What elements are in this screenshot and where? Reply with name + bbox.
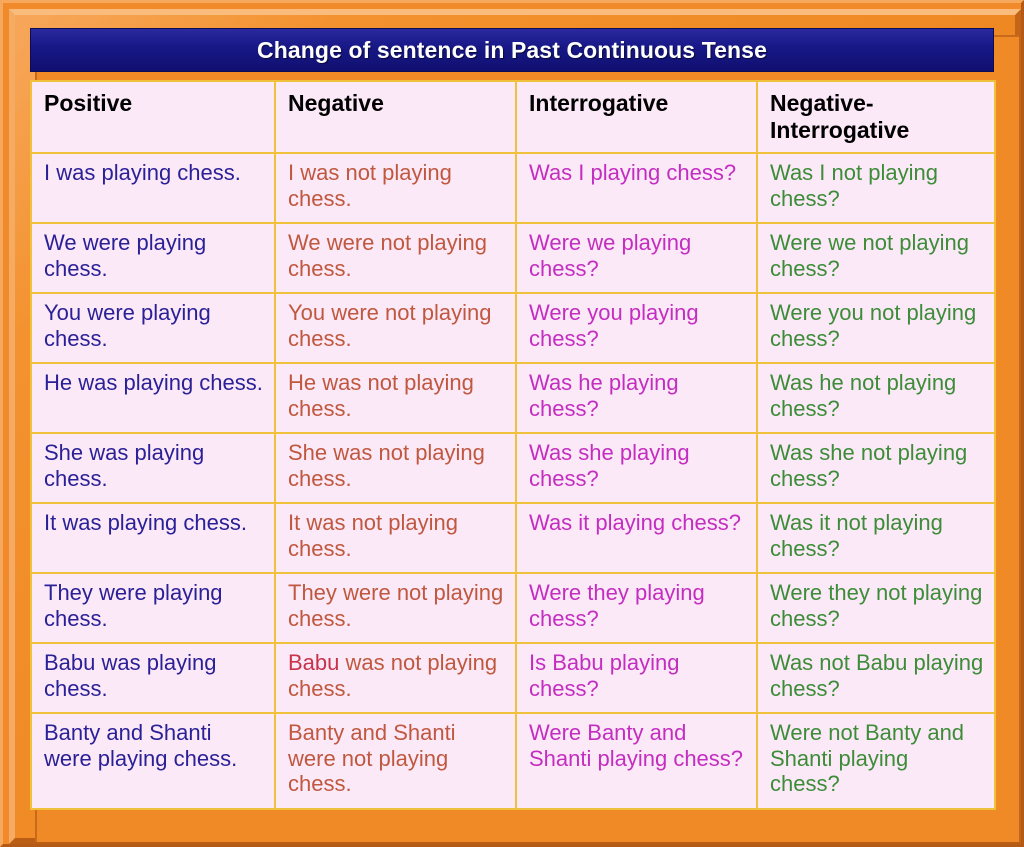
cell-interrogative: Were Banty and Shanti playing chess? <box>515 712 758 811</box>
cell-text: Were they playing chess? <box>529 580 705 631</box>
cell-text: We were playing chess. <box>44 230 207 281</box>
column-header-negative-interrogative-line2: Interrogative <box>770 117 910 144</box>
cell-positive: You were playing chess. <box>30 292 276 365</box>
cell-text: Babu was not playing chess. <box>288 650 498 701</box>
cell-text: Were Banty and Shanti playing chess? <box>529 720 744 771</box>
cell-positive: She was playing chess. <box>30 432 276 505</box>
cell-text: They were not playing chess. <box>288 580 504 631</box>
cell-text: It was playing chess. <box>44 510 247 536</box>
cell-text: Were you playing chess? <box>529 300 699 351</box>
cell-text: Banty and Shanti were playing chess. <box>44 720 238 771</box>
cell-positive: We were playing chess. <box>30 222 276 295</box>
tense-table: Positive Negative Interrogative Negative… <box>30 79 996 811</box>
cell-positive: He was playing chess. <box>30 362 276 435</box>
cell-text: It was not playing chess. <box>288 510 458 561</box>
table-row: She was playing chess. She was not playin… <box>30 432 996 505</box>
table-row: I was playing chess. I was not playing ch… <box>30 152 996 225</box>
cell-text: Was I playing chess? <box>529 160 737 186</box>
table-row: You were playing chess. You were not play… <box>30 292 996 365</box>
table-row: Banty and Shanti were playing chess. Bant… <box>30 712 996 811</box>
cell-negative: I was not playing chess. <box>274 152 517 225</box>
cell-text: Were we playing chess? <box>529 230 692 281</box>
cell-negative-interrogative: Was it not playing chess? <box>756 502 996 575</box>
cell-negative: Babu was not playing chess. <box>274 642 517 715</box>
cell-positive: They were playing chess. <box>30 572 276 645</box>
cell-text: She was not playing chess. <box>288 440 485 491</box>
chart-content: Change of sentence in Past Continuous Te… <box>28 28 996 818</box>
column-header-positive: Positive <box>30 79 276 155</box>
cell-text: Was he not playing chess? <box>770 370 957 421</box>
column-header-negative: Negative <box>274 79 517 155</box>
cell-text: Was he playing chess? <box>529 370 679 421</box>
cell-negative-interrogative: Were you not playing chess? <box>756 292 996 365</box>
table-row: He was playing chess. He was not playing … <box>30 362 996 435</box>
cell-negative-interrogative: Was she not playing chess? <box>756 432 996 505</box>
cell-interrogative: Were they playing chess? <box>515 572 758 645</box>
cell-text: Was she playing chess? <box>529 440 690 491</box>
cell-interrogative: Were we playing chess? <box>515 222 758 295</box>
page-title: Change of sentence in Past Continuous Te… <box>257 36 767 63</box>
table-row: They were playing chess. They were not pl… <box>30 572 996 645</box>
table-row: Babu was playing chess. Babu was not play… <box>30 642 996 715</box>
cell-text: Babu was playing chess. <box>44 650 217 701</box>
cell-interrogative: Was I playing chess? <box>515 152 758 225</box>
table-row: We were playing chess. We were not playin… <box>30 222 996 295</box>
cell-text: He was not playing chess. <box>288 370 474 421</box>
column-header-negative-interrogative: Negative- Interrogative <box>756 79 996 155</box>
cell-text: Was it playing chess? <box>529 510 741 536</box>
cell-negative-interrogative: Were they not playing chess? <box>756 572 996 645</box>
cell-text: They were playing chess. <box>44 580 223 631</box>
cell-text: Were they not playing chess? <box>770 580 983 631</box>
cell-text: Banty and Shanti were not playing chess. <box>288 720 456 797</box>
cell-text: Was she not playing chess? <box>770 440 968 491</box>
cell-positive: It was playing chess. <box>30 502 276 575</box>
table-body: I was playing chess. I was not playing ch… <box>30 152 996 811</box>
cell-interrogative: Is Babu playing chess? <box>515 642 758 715</box>
cell-negative-interrogative: Were we not playing chess? <box>756 222 996 295</box>
table-header-row: Positive Negative Interrogative Negative… <box>30 79 996 155</box>
cell-interrogative: Was he playing chess? <box>515 362 758 435</box>
cell-text: We were not playing chess. <box>288 230 487 281</box>
cell-negative: Banty and Shanti were not playing chess. <box>274 712 517 811</box>
accent-proper-noun: Babu <box>288 650 340 676</box>
cell-negative-interrogative: Was he not playing chess? <box>756 362 996 435</box>
cell-interrogative: Was she playing chess? <box>515 432 758 505</box>
cell-negative-interrogative: Was not Babu playing chess? <box>756 642 996 715</box>
cell-negative: We were not playing chess. <box>274 222 517 295</box>
cell-negative: He was not playing chess. <box>274 362 517 435</box>
cell-interrogative: Were you playing chess? <box>515 292 758 365</box>
cell-negative: You were not playing chess. <box>274 292 517 365</box>
cell-negative: She was not playing chess. <box>274 432 517 505</box>
cell-interrogative: Was it playing chess? <box>515 502 758 575</box>
cell-positive: Babu was playing chess. <box>30 642 276 715</box>
cell-text: Were we not playing chess? <box>770 230 969 281</box>
cell-text: Were not Banty and Shanti playing chess? <box>770 720 965 797</box>
cell-text: I was playing chess. <box>44 160 241 186</box>
column-header-interrogative: Interrogative <box>515 79 758 155</box>
cell-negative-interrogative: Were not Banty and Shanti playing chess? <box>756 712 996 811</box>
cell-negative-interrogative: Was I not playing chess? <box>756 152 996 225</box>
column-header-negative-interrogative-line1: Negative- <box>770 90 874 116</box>
cell-text: You were not playing chess. <box>288 300 492 351</box>
cell-text: Was I not playing chess? <box>770 160 938 211</box>
cell-text: Was it not playing chess? <box>770 510 943 561</box>
cell-positive: I was playing chess. <box>30 152 276 225</box>
table-row: It was playing chess. It was not playing … <box>30 502 996 575</box>
cell-negative: It was not playing chess. <box>274 502 517 575</box>
cell-text: I was not playing chess. <box>288 160 452 211</box>
title-bar: Change of sentence in Past Continuous Te… <box>30 28 994 72</box>
cell-text: Was not Babu playing chess? <box>770 650 984 701</box>
cell-positive: Banty and Shanti were playing chess. <box>30 712 276 811</box>
cell-text: Were you not playing chess? <box>770 300 977 351</box>
cell-text: She was playing chess. <box>44 440 205 491</box>
cell-text: He was playing chess. <box>44 370 263 396</box>
cell-negative: They were not playing chess. <box>274 572 517 645</box>
cell-text: You were playing chess. <box>44 300 211 351</box>
cell-text: Is Babu playing chess? <box>529 650 680 701</box>
